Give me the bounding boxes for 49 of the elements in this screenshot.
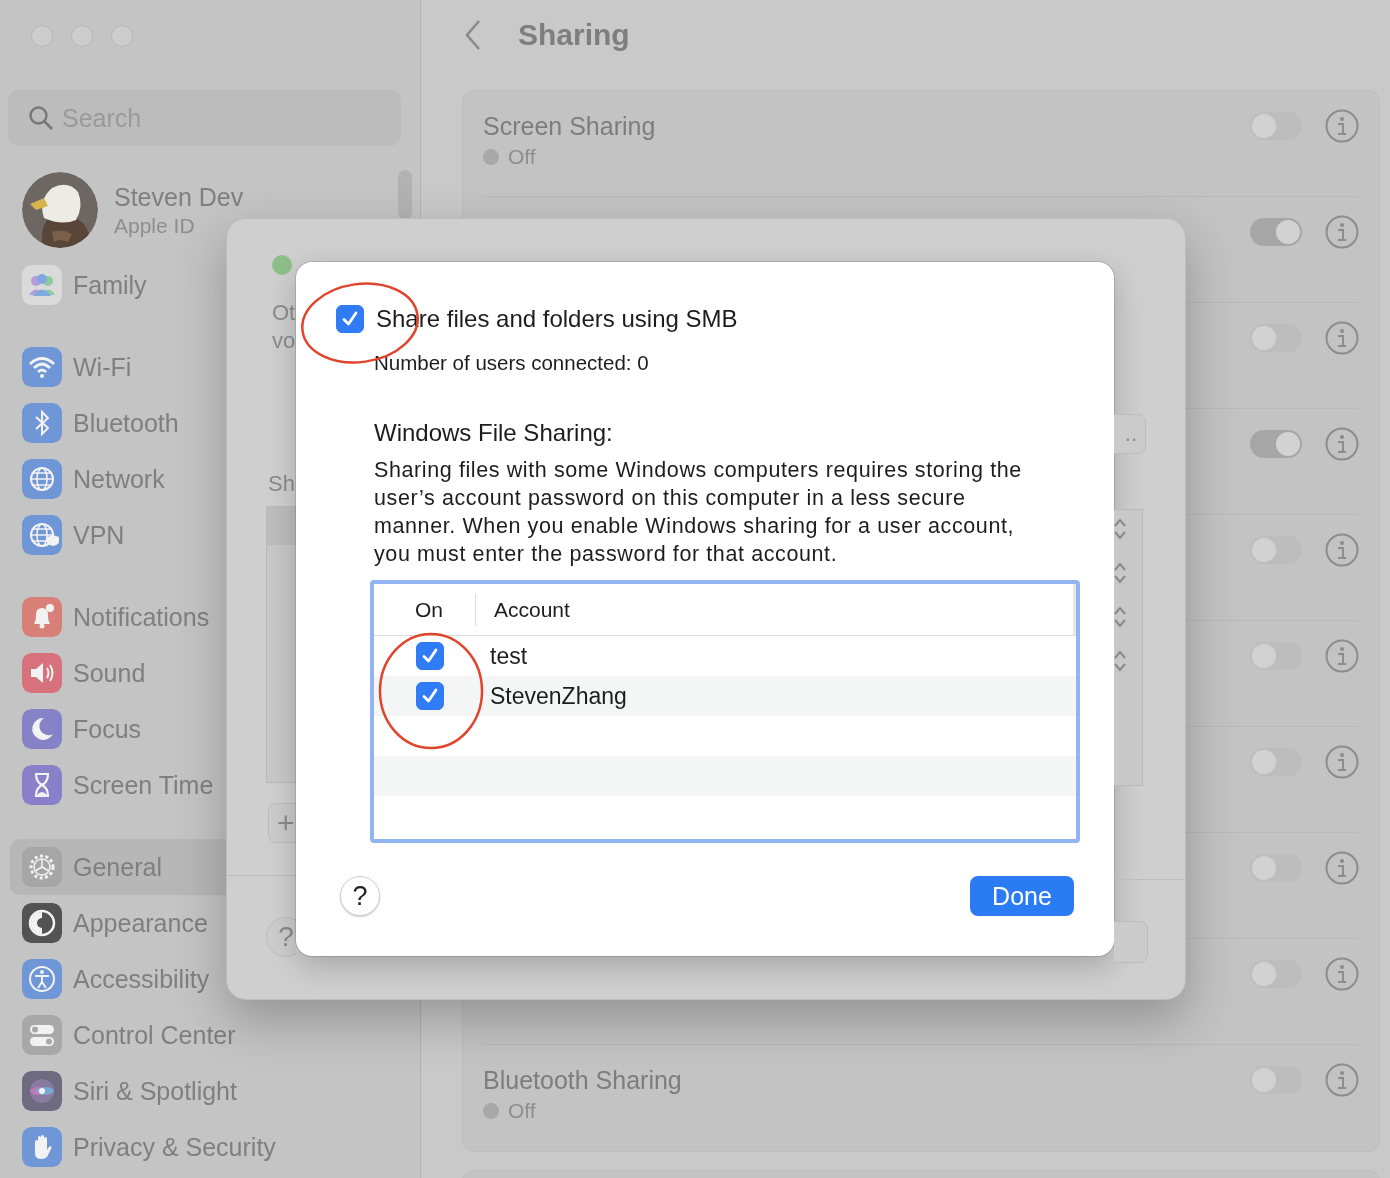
search-icon [28, 105, 54, 131]
profile-name: Steven Dev [114, 182, 244, 212]
table-row[interactable]: StevenZhang [374, 676, 1076, 716]
section-title: Sh [268, 471, 296, 497]
status-dot [272, 255, 292, 275]
stepper-icon[interactable] [1114, 650, 1126, 672]
done-button[interactable]: Done [970, 876, 1074, 916]
stepper-icon[interactable] [1114, 562, 1126, 584]
info-icon[interactable] [1325, 1063, 1359, 1097]
account-name: StevenZhang [490, 682, 627, 710]
sidebar-item[interactable]: Siri & Spotlight [10, 1063, 420, 1119]
info-icon[interactable] [1325, 533, 1359, 567]
scrollbar-thumb[interactable] [398, 170, 412, 220]
toggle-switch[interactable] [1250, 430, 1302, 458]
text-fragment: vo [272, 327, 296, 355]
column-header[interactable]: Account [476, 597, 570, 622]
column-header[interactable]: On [374, 593, 476, 626]
add-button[interactable]: + [268, 803, 296, 843]
stepper-icon[interactable] [1114, 606, 1126, 628]
more-button[interactable]: .. [1114, 414, 1146, 454]
page-title: Sharing [518, 18, 630, 52]
service-name: Bluetooth Sharing [483, 1065, 683, 1095]
table-row[interactable]: test [374, 636, 1076, 676]
info-icon[interactable] [1325, 957, 1359, 991]
sidebar-item[interactable]: Control Center [10, 1007, 420, 1063]
text-fragment: Ot [272, 299, 296, 327]
info-icon[interactable] [1325, 427, 1359, 461]
section-title: Windows File Sharing: [374, 419, 614, 447]
checkbox[interactable] [416, 642, 444, 670]
info-icon[interactable] [1325, 639, 1359, 673]
toggle-switch[interactable] [1250, 218, 1302, 246]
info-icon[interactable] [1325, 109, 1359, 143]
status-dot [483, 149, 499, 165]
info-icon[interactable] [1325, 745, 1359, 779]
description: Sharing files with some Windows computers requires storing the user’s account password on this computer in a less secure manner. When you enable Windows sharing for a user account, you must enter the password for that account. [374, 457, 1023, 568]
info-icon[interactable] [1325, 851, 1359, 885]
users-connected: Number of users connected: 0 [374, 351, 650, 375]
info-icon[interactable] [1325, 215, 1359, 249]
help-button[interactable]: ? [340, 876, 380, 916]
service-name: Screen Sharing [483, 111, 657, 141]
checkbox[interactable] [336, 305, 364, 333]
checkbox[interactable] [416, 682, 444, 710]
account-name: test [490, 642, 528, 670]
info-icon[interactable] [1325, 321, 1359, 355]
status-dot [483, 1103, 499, 1119]
sidebar-item[interactable]: Privacy & Security [10, 1119, 420, 1175]
help-button[interactable]: ? [266, 917, 296, 957]
stepper-icon[interactable] [1114, 518, 1126, 540]
back-icon[interactable] [464, 19, 482, 51]
